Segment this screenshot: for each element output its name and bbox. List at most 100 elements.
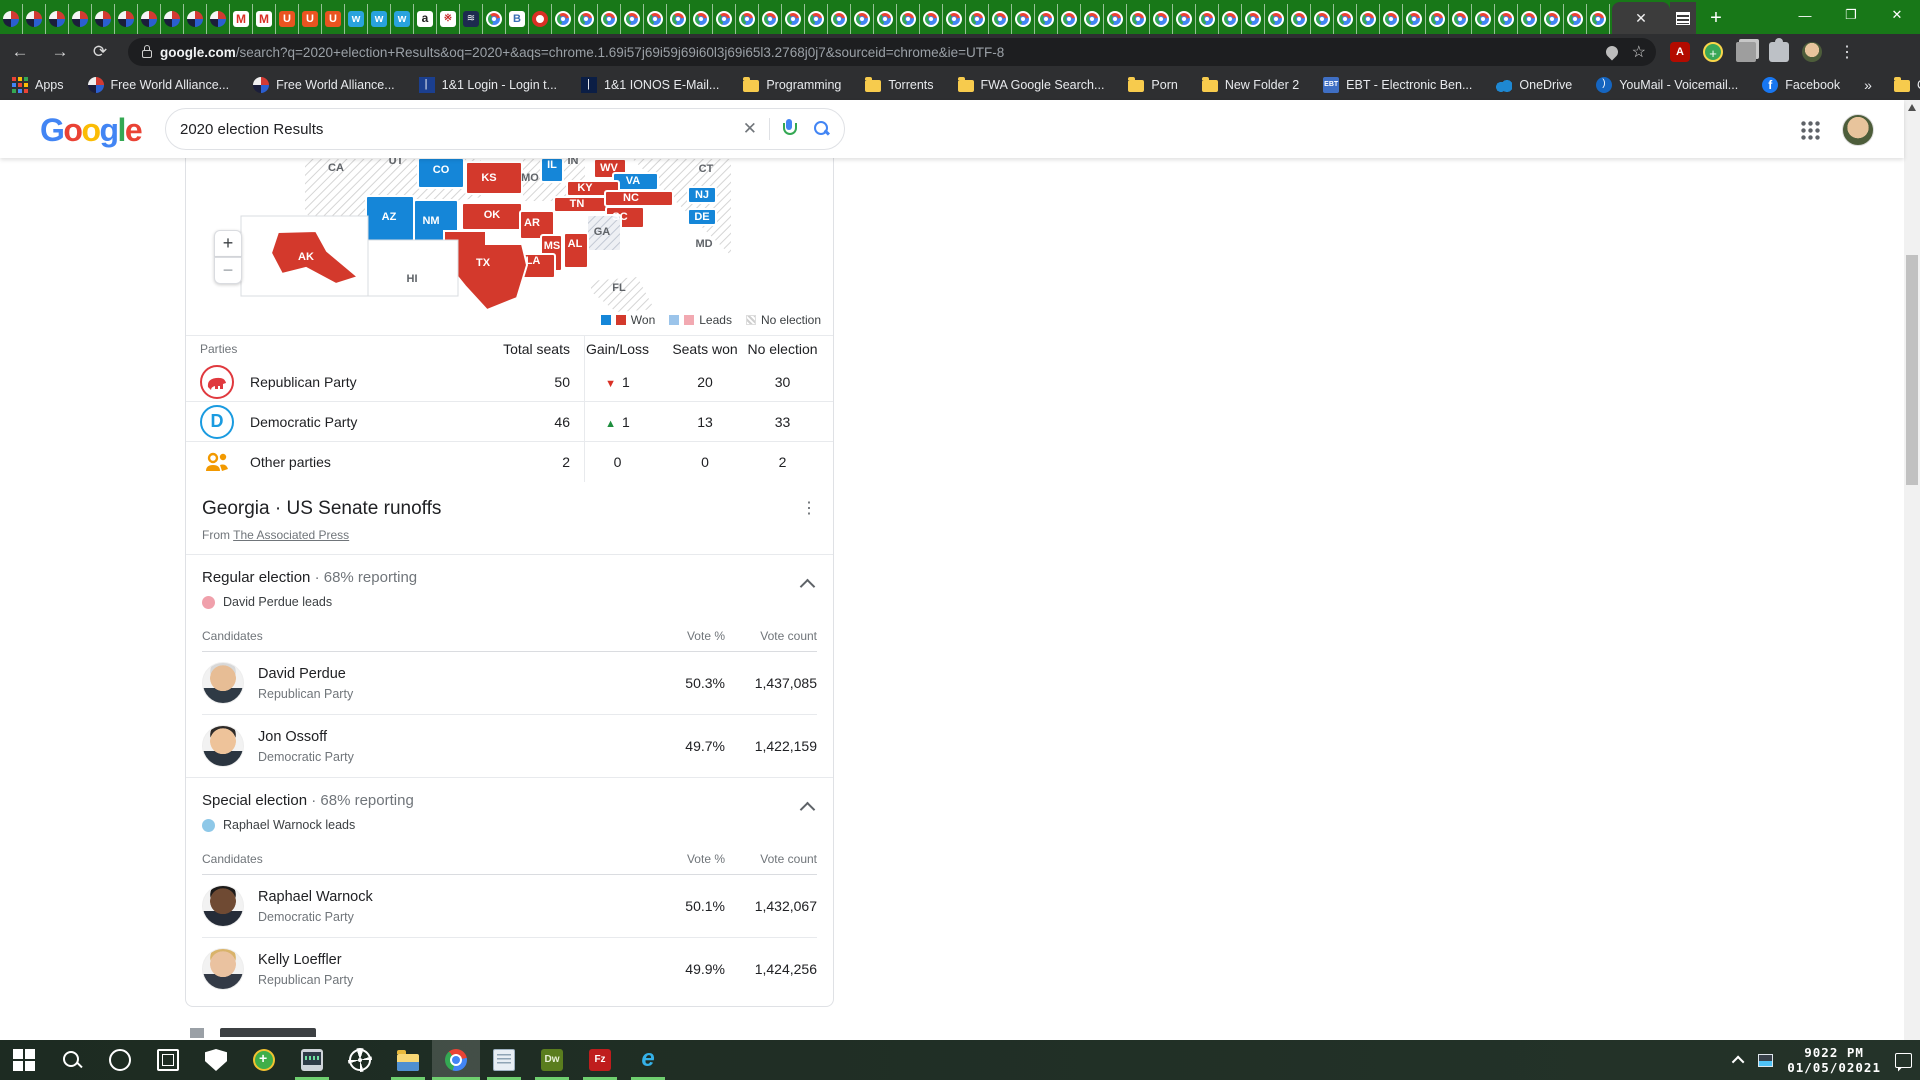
search-box[interactable]: ✕	[165, 108, 845, 150]
bookmark-item[interactable]: 1&1 IONOS E-Mail...	[581, 77, 719, 93]
taskbar-clock[interactable]: 9022 PM 01/05/02021	[1787, 1045, 1881, 1075]
candidate-row[interactable]: David PerdueRepublican Party50.3%1,437,0…	[202, 652, 817, 715]
filezilla-icon-tile[interactable]: Fz	[576, 1040, 624, 1080]
mini-tab[interactable]	[1150, 4, 1173, 34]
mini-tab[interactable]: U	[276, 4, 299, 34]
mini-tab[interactable]	[1564, 4, 1587, 34]
mini-tab[interactable]	[1495, 4, 1518, 34]
clear-search-icon[interactable]: ✕	[731, 119, 769, 139]
mini-tab[interactable]	[851, 4, 874, 34]
bookmark-item[interactable]: 1&1 Login - Login t...	[419, 77, 557, 93]
mini-tab[interactable]	[1242, 4, 1265, 34]
internet-explorer-icon-tile[interactable]: e	[624, 1040, 672, 1080]
mini-tab[interactable]	[92, 4, 115, 34]
bookmark-item[interactable]: New Folder 2	[1202, 78, 1299, 92]
antivirus-icon-tile[interactable]	[240, 1040, 288, 1080]
search-button-tile[interactable]	[48, 1040, 96, 1080]
mini-tab[interactable]	[575, 4, 598, 34]
browser-menu-icon[interactable]: ⋮	[1839, 42, 1855, 62]
mini-tab[interactable]	[1449, 4, 1472, 34]
start-button-tile[interactable]	[0, 1040, 48, 1080]
mini-tab[interactable]	[598, 4, 621, 34]
mini-tab[interactable]: U	[322, 4, 345, 34]
mini-tab[interactable]: B	[506, 4, 529, 34]
mini-tab[interactable]	[690, 4, 713, 34]
mini-tab[interactable]	[1035, 4, 1058, 34]
address-bar[interactable]: google.com/search?q=2020+election+Result…	[128, 38, 1656, 66]
task-view-button-tile[interactable]	[144, 1040, 192, 1080]
voice-search-icon[interactable]	[782, 119, 796, 139]
mini-tab[interactable]	[483, 4, 506, 34]
bookmark-item[interactable]: Programming	[743, 78, 841, 92]
mini-tab[interactable]	[0, 4, 23, 34]
mini-tab[interactable]: w	[368, 4, 391, 34]
pdf-extension-icon[interactable]: A	[1670, 42, 1690, 62]
bookmark-item[interactable]: fFacebook	[1762, 77, 1840, 93]
mini-tab[interactable]	[1288, 4, 1311, 34]
mini-tab[interactable]	[1380, 4, 1403, 34]
mini-tab[interactable]	[667, 4, 690, 34]
account-avatar[interactable]	[1842, 114, 1874, 146]
mini-tab[interactable]	[207, 4, 230, 34]
mini-tab[interactable]	[1541, 4, 1564, 34]
mini-tab[interactable]	[552, 4, 575, 34]
profile-avatar[interactable]	[1802, 42, 1822, 62]
mini-tab[interactable]: a	[414, 4, 437, 34]
file-explorer-icon-tile[interactable]	[384, 1040, 432, 1080]
bookmark-item[interactable]: EBTEBT - Electronic Ben...	[1323, 77, 1472, 93]
bookmark-item[interactable]: Torrents	[865, 78, 933, 92]
mini-tab[interactable]	[1012, 4, 1035, 34]
bookmark-item[interactable]: FWA Google Search...	[958, 78, 1105, 92]
mini-tab[interactable]: ≋	[460, 4, 483, 34]
mini-tab[interactable]	[46, 4, 69, 34]
bookmark-item[interactable]: Apps	[12, 77, 64, 93]
system-monitor-icon-tile[interactable]	[288, 1040, 336, 1080]
party-row[interactable]: DDemocratic Party46▲11333	[186, 402, 833, 442]
mini-tab[interactable]	[713, 4, 736, 34]
forward-button[interactable]: →	[40, 42, 80, 62]
mini-tab[interactable]	[920, 4, 943, 34]
minimize-button[interactable]: —	[1782, 0, 1828, 30]
mini-tab[interactable]	[1426, 4, 1449, 34]
mini-tab[interactable]	[1265, 4, 1288, 34]
mini-tab[interactable]	[897, 4, 920, 34]
mini-tab[interactable]	[184, 4, 207, 34]
mini-tab[interactable]	[874, 4, 897, 34]
party-row[interactable]: Other parties2002	[186, 442, 833, 482]
active-tab[interactable]: ✕	[1612, 2, 1670, 34]
defender-icon-tile[interactable]	[192, 1040, 240, 1080]
mini-tab[interactable]	[1403, 4, 1426, 34]
search-input[interactable]	[180, 121, 731, 138]
bookmarks-overflow-chevron[interactable]: »	[1864, 77, 1872, 93]
google-logo[interactable]: Google	[40, 112, 141, 149]
mini-tab[interactable]: U	[299, 4, 322, 34]
mini-tab[interactable]	[529, 4, 552, 34]
mini-tab[interactable]	[759, 4, 782, 34]
google-apps-grid-icon[interactable]	[1800, 120, 1820, 140]
mini-tab[interactable]	[1173, 4, 1196, 34]
settings-icon-tile[interactable]	[336, 1040, 384, 1080]
mini-tab[interactable]	[161, 4, 184, 34]
mini-tab[interactable]	[115, 4, 138, 34]
reload-button[interactable]: ⟳	[80, 42, 120, 62]
mini-tab[interactable]	[644, 4, 667, 34]
zoom-out-button[interactable]: −	[214, 257, 242, 284]
search-icon[interactable]	[814, 121, 830, 137]
mini-tab[interactable]: w	[345, 4, 368, 34]
extensions-puzzle-icon[interactable]	[1769, 42, 1789, 62]
mini-tab[interactable]: ※	[437, 4, 460, 34]
associated-press-link[interactable]: The Associated Press	[233, 528, 349, 542]
mini-tab[interactable]	[621, 4, 644, 34]
bookmark-item[interactable]: Porn	[1128, 78, 1177, 92]
restore-button[interactable]: ❐	[1828, 0, 1874, 30]
mini-tab[interactable]	[1311, 4, 1334, 34]
notepad-icon-tile[interactable]	[480, 1040, 528, 1080]
dreamweaver-icon-tile[interactable]: Dw	[528, 1040, 576, 1080]
other-bookmarks-button[interactable]: Other bookmarks	[1894, 78, 1920, 92]
url-text[interactable]: google.com/search?q=2020+election+Result…	[160, 45, 1598, 60]
mini-tab[interactable]	[782, 4, 805, 34]
back-button[interactable]: ←	[0, 42, 40, 62]
mini-tab[interactable]	[1518, 4, 1541, 34]
bookmark-item[interactable]: OneDrive	[1496, 77, 1572, 93]
mini-tab[interactable]	[828, 4, 851, 34]
